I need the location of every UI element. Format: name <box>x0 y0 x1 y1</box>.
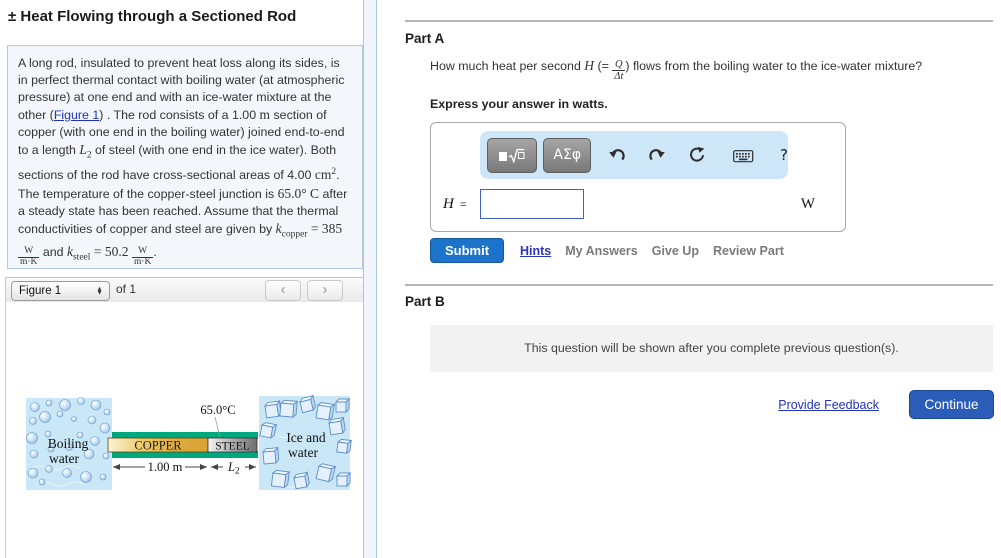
ice-water-label: water <box>288 445 318 460</box>
part-b-locked-message: This question will be shown after you co… <box>430 325 993 372</box>
math-k-steel-sub: steel <box>72 252 91 263</box>
part-a-actions: Submit Hints My Answers Give Up Review P… <box>430 238 784 263</box>
greek-symbols-button[interactable]: ΑΣφ <box>543 137 592 173</box>
panel-divider-scrollbar[interactable] <box>363 0 377 558</box>
problem-text: . <box>153 245 157 260</box>
equation-toolbar: ΑΣφ ? <box>480 131 788 179</box>
footer-actions: Provide Feedback Continue <box>778 390 994 419</box>
keyboard-icon[interactable] <box>733 148 754 163</box>
figure-count-label: of 1 <box>116 282 137 296</box>
section-divider <box>405 284 993 286</box>
part-a-question: How much heat per second H (= Q Δt) flows… <box>430 58 923 82</box>
dropdown-arrows-icon: ▲ ▼ <box>97 286 102 296</box>
my-answers-link[interactable]: My Answers <box>565 244 637 258</box>
part-b-heading: Part B <box>405 294 445 309</box>
math-junction-temp: 65.0° C <box>277 185 320 201</box>
boiling-water-label: Boiling <box>48 436 89 451</box>
copper-length-label: 1.00 m <box>148 460 183 474</box>
problem-text: ) . The rod consists of a 1.00 <box>99 108 260 122</box>
answer-equals-sign: = <box>460 199 467 211</box>
figure-1-link[interactable]: Figure 1 <box>54 108 99 122</box>
continue-button[interactable]: Continue <box>909 390 994 419</box>
answer-variable-label: H <box>443 196 454 212</box>
answer-instruction: Express your answer in watts. <box>430 97 608 111</box>
math-k-copper-sub: copper <box>281 229 308 240</box>
sqrt-template-icon <box>499 148 525 164</box>
junction-temperature-label: 65.0°C <box>200 403 235 417</box>
math-k-steel-value: = 50.2 <box>93 244 129 260</box>
boiling-water-box: Boiling water <box>26 397 112 490</box>
answer-entry-box: ΑΣφ ? H = W <box>430 122 846 232</box>
math-fraction-w-per-mk: Wm·K <box>131 246 154 268</box>
undo-icon[interactable] <box>609 148 625 163</box>
provide-feedback-link[interactable]: Provide Feedback <box>778 398 879 412</box>
problem-text: and <box>39 245 67 260</box>
assignment-page: ± Heat Flowing through a Sectioned Rod A… <box>0 0 1001 558</box>
redo-icon[interactable] <box>649 148 665 163</box>
figure-select[interactable]: Figure 1 ▲ ▼ <box>11 281 110 301</box>
ice-water-box: Ice and water <box>259 394 353 490</box>
submit-button[interactable]: Submit <box>430 238 504 263</box>
answer-unit-label: W <box>800 196 815 212</box>
math-var-L2: L <box>79 142 87 157</box>
chevron-left-icon: ‹ <box>280 281 286 298</box>
give-up-link[interactable]: Give Up <box>652 244 699 258</box>
boiling-water-label: water <box>49 451 79 466</box>
page-title: ± Heat Flowing through a Sectioned Rod <box>8 8 297 25</box>
answer-input[interactable] <box>480 189 584 219</box>
math-k-copper-value: = 385 <box>310 220 343 236</box>
figure-select-label: Figure 1 <box>19 285 62 297</box>
math-unit-cm: cm <box>314 167 332 183</box>
ice-water-label: Ice and <box>286 430 326 445</box>
math-fraction-w-per-mk: Wm·K <box>18 246 40 268</box>
steel-label: STEEL <box>215 441 250 453</box>
figure-toolbar: Figure 1 ▲ ▼ of 1 ‹ › <box>5 277 364 303</box>
review-part-link[interactable]: Review Part <box>713 244 784 258</box>
sectioned-rod: COPPER STEEL 65.0°C <box>107 403 258 458</box>
math-var-H: H <box>584 58 595 73</box>
rod-figure: Boiling water COPPER STEEL 65.0°C 1.00 m… <box>26 394 353 490</box>
reset-icon[interactable] <box>689 147 705 163</box>
copper-label: COPPER <box>134 439 182 453</box>
chevron-right-icon: › <box>322 281 328 298</box>
previous-figure-button[interactable]: ‹ <box>265 280 301 301</box>
math-templates-button[interactable] <box>487 137 538 173</box>
math-fraction-q-over-dt: Q Δt <box>612 58 626 82</box>
section-divider <box>405 20 993 22</box>
problem-statement-panel: A long rod, insulated to prevent heat lo… <box>7 45 363 269</box>
next-figure-button[interactable]: › <box>307 280 343 301</box>
help-icon[interactable]: ? <box>780 146 788 164</box>
figure-viewport: Boiling water COPPER STEEL 65.0°C 1.00 m… <box>5 302 364 558</box>
hints-link[interactable]: Hints <box>520 244 551 258</box>
math-unit-m: m <box>259 107 271 122</box>
part-a-heading: Part A <box>405 31 445 46</box>
